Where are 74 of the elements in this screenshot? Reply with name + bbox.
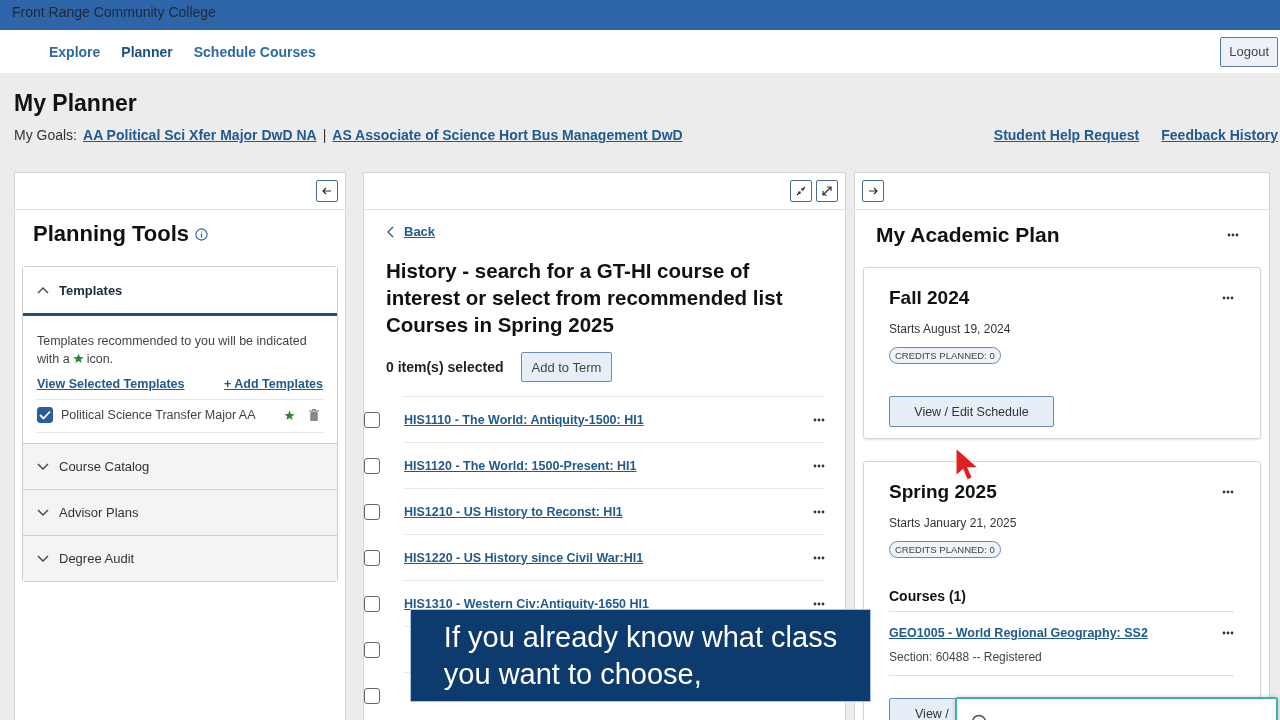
video-caption: If you already know what class you want to choose, (443, 619, 838, 692)
checkbox[interactable] (364, 457, 380, 474)
chevron-down-icon (37, 508, 49, 517)
panel-title: Planning Tools (33, 221, 190, 247)
credits-badge: CREDITS PLANNED: 0 (889, 347, 1001, 364)
course-link[interactable]: HIS1220 - US History since Civil War:HI1 (404, 550, 813, 565)
term-name: Fall 2024 (889, 287, 970, 309)
view-templates-link[interactable]: View Selected Templates (37, 375, 185, 393)
more-icon[interactable] (1222, 631, 1234, 635)
logout-button[interactable]: Logout (1220, 36, 1278, 67)
checkbox[interactable] (364, 503, 380, 520)
trash-icon[interactable] (309, 409, 319, 421)
panel-title: My Academic Plan (876, 223, 1060, 247)
separator: | (322, 127, 327, 143)
section-status: Section: 60488 -- Registered (889, 650, 1043, 664)
nav-tab[interactable]: Planner (121, 43, 173, 60)
course-link[interactable]: HIS1210 - US History to Reconst: HI1 (404, 504, 813, 519)
add-to-term-button[interactable]: Add to Term (520, 352, 613, 382)
checkbox[interactable] (37, 407, 53, 423)
accordion-header[interactable]: Advisor Plans (23, 489, 337, 535)
checkbox[interactable] (364, 595, 380, 612)
chevron-left-icon[interactable] (386, 225, 394, 238)
checkbox[interactable] (364, 549, 380, 566)
accordion-header[interactable]: Templates (23, 267, 337, 316)
description-text: with a (37, 352, 70, 366)
header-link[interactable]: Student Help Request (993, 127, 1140, 143)
description-text: icon. (86, 352, 114, 366)
accordion-header[interactable]: Degree Audit (23, 535, 337, 581)
chevron-down-icon (37, 554, 49, 563)
credits-badge: CREDITS PLANNED: 0 (889, 541, 1001, 558)
goals-label: My Goals: (14, 127, 77, 143)
course-link[interactable]: HIS1110 - The World: Antiquity-1500: HI1 (404, 412, 813, 427)
page-title: My Planner (14, 90, 138, 117)
collapse-left-icon[interactable] (316, 180, 338, 202)
more-icon[interactable] (1222, 296, 1234, 300)
search-subtitle: Courses in Spring 2025 (386, 312, 615, 338)
star-icon (72, 353, 84, 364)
courses-heading: Courses (1) (889, 588, 1234, 612)
checkbox[interactable] (364, 687, 380, 704)
accordion-header[interactable]: Course Catalog (23, 443, 337, 489)
checkbox[interactable] (364, 641, 380, 658)
more-icon[interactable] (1227, 233, 1239, 237)
info-icon[interactable] (195, 227, 209, 241)
more-icon[interactable] (813, 601, 825, 606)
checkbox[interactable] (364, 411, 380, 428)
term-name: Spring 2025 (889, 481, 997, 503)
description-text: Templates recommended to you will be indicated (37, 333, 308, 350)
goal-link[interactable]: AA Political Sci Xfer Major DwD NA (83, 127, 317, 143)
template-name: Political Science Transfer Major AA (61, 407, 257, 424)
chevron-up-icon (37, 286, 49, 294)
header-link[interactable]: Feedback History (1161, 127, 1278, 143)
course-link[interactable]: GEO1005 - World Regional Geography: SS2 (889, 626, 1148, 640)
more-icon[interactable] (1222, 490, 1234, 494)
more-icon[interactable] (813, 463, 825, 468)
term-start: Starts August 19, 2024 (889, 322, 1012, 336)
expand-icon[interactable] (816, 180, 838, 202)
course-link[interactable]: HIS1120 - The World: 1500-Present: HI1 (404, 458, 813, 473)
goal-link[interactable]: AS Associate of Science Hort Bus Management DwD (332, 127, 683, 143)
nav-tab[interactable]: Schedule Courses (193, 43, 316, 60)
term-start: Starts January 21, 2025 (889, 516, 1018, 530)
more-icon[interactable] (813, 417, 825, 422)
institution-name: Front Range Community College (11, 3, 217, 22)
more-icon[interactable] (813, 509, 825, 514)
back-link[interactable]: Back (404, 224, 436, 239)
course-link[interactable]: HIS1310 - Western Civ:Antiquity-1650 HI1 (404, 596, 813, 611)
nav-tab[interactable]: Explore (49, 43, 101, 60)
more-icon[interactable] (813, 555, 825, 560)
selection-count: 0 item(s) selected (386, 359, 504, 375)
chevron-down-icon (37, 462, 49, 471)
expand-right-icon[interactable] (862, 180, 884, 202)
minimize-icon[interactable] (790, 180, 812, 202)
view-schedule-button[interactable]: View / Edit Schedule (889, 396, 1054, 427)
search-title: History - search for a GT-HI course of interest or select from recommended list (386, 258, 784, 311)
add-templates-link[interactable]: + Add Templates (224, 375, 323, 393)
